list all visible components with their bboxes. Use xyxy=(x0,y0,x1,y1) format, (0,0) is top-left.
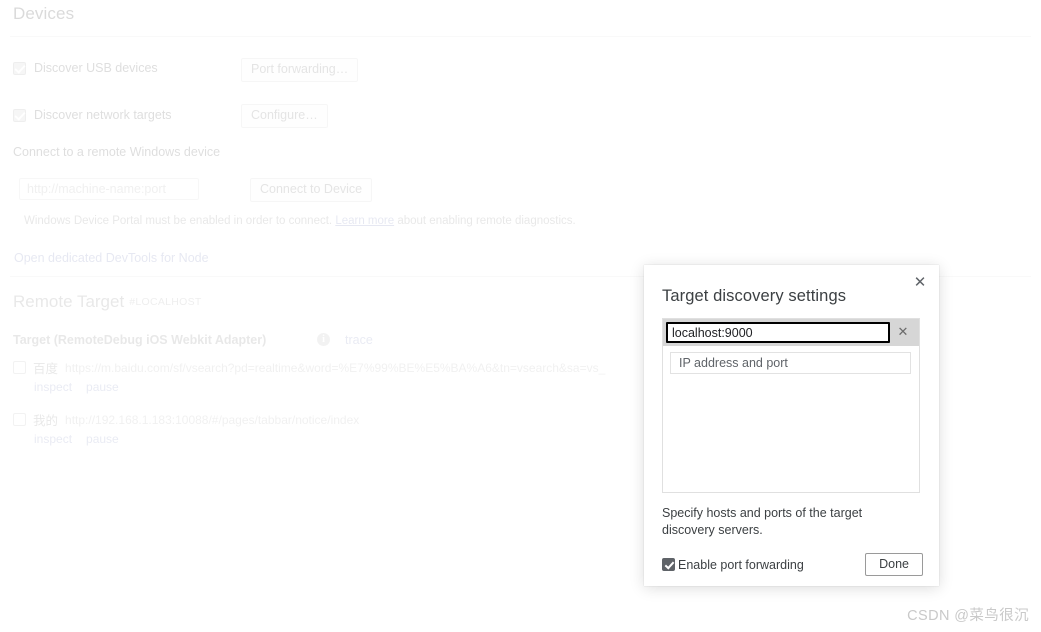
inspect-link[interactable]: inspect xyxy=(34,380,72,394)
devtools-devices-page: Devices Discover USB devices Port forwar… xyxy=(0,0,1041,632)
discover-network-row[interactable]: Discover network targets xyxy=(13,108,172,122)
target-url: http://192.168.1.183:10088/#/pages/tabba… xyxy=(65,412,360,427)
table-row: 我的 http://192.168.1.183:10088/#/pages/ta… xyxy=(13,410,359,446)
target-title: 百度 xyxy=(33,362,59,376)
hint-suffix: about enabling remote diagnostics. xyxy=(397,215,576,227)
discover-usb-row[interactable]: Discover USB devices xyxy=(13,61,158,75)
discover-usb-label: Discover USB devices xyxy=(34,61,158,75)
new-discovery-address-input[interactable] xyxy=(677,355,904,371)
done-button[interactable]: Done xyxy=(865,553,923,576)
enable-port-forwarding-row[interactable]: Enable port forwarding xyxy=(662,558,804,572)
pause-link[interactable]: pause xyxy=(86,432,119,446)
configure-button[interactable]: Configure… xyxy=(241,104,328,128)
connect-section-label: Connect to a remote Windows device xyxy=(13,145,221,159)
info-icon: i xyxy=(317,333,330,346)
port-forwarding-button[interactable]: Port forwarding… xyxy=(241,58,359,82)
enable-port-forwarding-label: Enable port forwarding xyxy=(678,557,804,572)
learn-more-link[interactable]: Learn more xyxy=(335,215,394,227)
target-discovery-settings-dialog: ✕ Target discovery settings ✕ Specify ho… xyxy=(644,265,939,586)
machine-name-input[interactable] xyxy=(19,178,199,200)
inspect-link[interactable]: inspect xyxy=(34,432,72,446)
table-row: 百度 https://m.baidu.com/sf/vsearch?pd=rea… xyxy=(13,358,605,394)
connect-to-device-button[interactable]: Connect to Device xyxy=(250,178,373,202)
new-entry-row[interactable] xyxy=(670,352,911,374)
close-icon[interactable]: ✕ xyxy=(909,271,931,293)
discover-network-label: Discover network targets xyxy=(34,108,172,122)
target-url: https://m.baidu.com/sf/vsearch?pd=realti… xyxy=(65,360,606,375)
target-checkbox[interactable] xyxy=(13,361,26,374)
discover-usb-checkbox[interactable] xyxy=(13,61,26,75)
dialog-footer: Enable port forwarding Done xyxy=(662,553,923,576)
target-adapter-name: Target (RemoteDebug iOS Webkit Adapter) xyxy=(13,333,267,347)
target-title: 我的 xyxy=(33,414,59,428)
trace-link[interactable]: trace xyxy=(345,333,373,347)
discovery-address-input[interactable] xyxy=(666,322,890,343)
target-actions: inspect pause xyxy=(34,432,359,446)
divider-top xyxy=(10,36,1031,37)
csdn-watermark: CSDN @菜鸟很沉 xyxy=(907,608,1029,624)
dialog-title: Target discovery settings xyxy=(662,287,847,305)
target-row-header: 我的 http://192.168.1.183:10088/#/pages/ta… xyxy=(13,410,359,429)
remote-target-heading: Remote Target #LOCALHOST xyxy=(13,292,202,312)
discovery-servers-list: ✕ xyxy=(662,318,920,493)
target-checkbox[interactable] xyxy=(13,413,26,426)
target-row-header: 百度 https://m.baidu.com/sf/vsearch?pd=rea… xyxy=(13,358,605,377)
dialog-description: Specify hosts and ports of the target di… xyxy=(662,506,863,537)
discover-network-checkbox[interactable] xyxy=(13,108,26,122)
remote-target-hash: #LOCALHOST xyxy=(129,296,202,308)
remote-target-heading-text: Remote Target xyxy=(13,292,125,311)
target-actions: inspect pause xyxy=(34,380,605,394)
open-node-devtools-link[interactable]: Open dedicated DevTools for Node xyxy=(14,251,209,265)
device-portal-hint: Windows Device Portal must be enabled in… xyxy=(24,215,576,227)
list-item[interactable]: ✕ xyxy=(663,319,919,346)
pause-link[interactable]: pause xyxy=(86,380,119,394)
page-title: Devices xyxy=(13,4,75,23)
remove-entry-icon[interactable]: ✕ xyxy=(890,325,916,340)
hint-prefix: Windows Device Portal must be enabled in… xyxy=(24,215,333,227)
enable-port-forwarding-checkbox[interactable] xyxy=(662,558,675,571)
